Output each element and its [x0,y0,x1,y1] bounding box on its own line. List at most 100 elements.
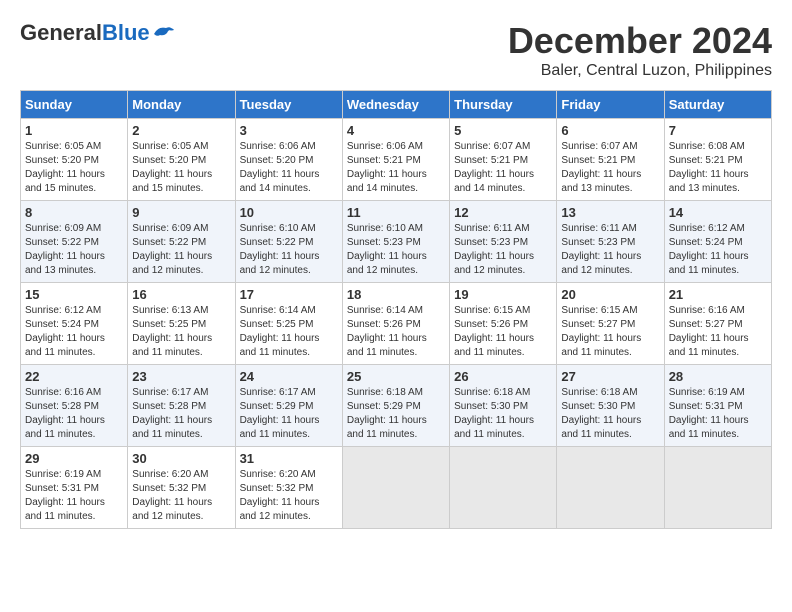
day-info: Sunrise: 6:20 AMSunset: 5:32 PMDaylight:… [240,468,338,524]
calendar-cell: 28Sunrise: 6:19 AMSunset: 5:31 PMDayligh… [664,365,771,447]
day-of-week-header: Sunday [21,91,128,119]
day-number: 11 [347,205,445,220]
day-number: 16 [132,287,230,302]
day-of-week-header: Thursday [450,91,557,119]
calendar-cell: 30 Sunrise: 6:20 AMSunset: 5:32 PMDayligh… [128,447,235,529]
day-info: Sunrise: 6:14 AMSunset: 5:25 PMDaylight:… [240,304,338,360]
day-info: Sunrise: 6:14 AMSunset: 5:26 PMDaylight:… [347,304,445,360]
day-info: Sunrise: 6:12 AMSunset: 5:24 PMDaylight:… [25,304,123,360]
day-number: 4 [347,123,445,138]
calendar-cell: 16Sunrise: 6:13 AMSunset: 5:25 PMDayligh… [128,283,235,365]
day-info: Sunrise: 6:15 AMSunset: 5:27 PMDaylight:… [561,304,659,360]
day-number: 9 [132,205,230,220]
day-info: Sunrise: 6:17 AMSunset: 5:28 PMDaylight:… [132,386,230,442]
calendar-cell: 4 Sunrise: 6:06 AMSunset: 5:21 PMDaylight… [342,119,449,201]
day-info: Sunrise: 6:05 AMSunset: 5:20 PMDaylight:… [132,140,230,196]
day-number: 6 [561,123,659,138]
calendar-cell: 23 Sunrise: 6:17 AMSunset: 5:28 PMDayligh… [128,365,235,447]
calendar-cell: 5Sunrise: 6:07 AMSunset: 5:21 PMDaylight… [450,119,557,201]
calendar-cell: 31 Sunrise: 6:20 AMSunset: 5:32 PMDayligh… [235,447,342,529]
calendar-week-row: 15 Sunrise: 6:12 AMSunset: 5:24 PMDayligh… [21,283,772,365]
day-number: 23 [132,369,230,384]
day-number: 25 [347,369,445,384]
day-info: Sunrise: 6:05 AMSunset: 5:20 PMDaylight:… [25,140,123,196]
day-number: 18 [347,287,445,302]
logo: GeneralBlue [20,20,174,46]
logo-text: GeneralBlue [20,20,150,46]
day-number: 8 [25,205,123,220]
day-number: 27 [561,369,659,384]
day-of-week-header: Wednesday [342,91,449,119]
day-info: Sunrise: 6:20 AMSunset: 5:32 PMDaylight:… [132,468,230,524]
calendar-cell: 13Sunrise: 6:11 AMSunset: 5:23 PMDayligh… [557,201,664,283]
day-number: 17 [240,287,338,302]
day-of-week-header: Friday [557,91,664,119]
logo-general: General [20,20,102,45]
day-info: Sunrise: 6:18 AMSunset: 5:30 PMDaylight:… [454,386,552,442]
day-number: 2 [132,123,230,138]
day-of-week-header: Saturday [664,91,771,119]
calendar-cell: 11Sunrise: 6:10 AMSunset: 5:23 PMDayligh… [342,201,449,283]
day-info: Sunrise: 6:18 AMSunset: 5:30 PMDaylight:… [561,386,659,442]
day-number: 13 [561,205,659,220]
day-info: Sunrise: 6:19 AMSunset: 5:31 PMDaylight:… [25,468,123,524]
day-number: 10 [240,205,338,220]
calendar-header-row: SundayMondayTuesdayWednesdayThursdayFrid… [21,91,772,119]
calendar-cell: 8 Sunrise: 6:09 AMSunset: 5:22 PMDaylight… [21,201,128,283]
day-info: Sunrise: 6:17 AMSunset: 5:29 PMDaylight:… [240,386,338,442]
day-info: Sunrise: 6:07 AMSunset: 5:21 PMDaylight:… [561,140,659,196]
calendar-week-row: 1 Sunrise: 6:05 AMSunset: 5:20 PMDaylight… [21,119,772,201]
day-info: Sunrise: 6:06 AMSunset: 5:20 PMDaylight:… [240,140,338,196]
day-of-week-header: Monday [128,91,235,119]
day-info: Sunrise: 6:06 AMSunset: 5:21 PMDaylight:… [347,140,445,196]
day-info: Sunrise: 6:09 AMSunset: 5:22 PMDaylight:… [25,222,123,278]
calendar-cell: 29 Sunrise: 6:19 AMSunset: 5:31 PMDayligh… [21,447,128,529]
day-info: Sunrise: 6:10 AMSunset: 5:22 PMDaylight:… [240,222,338,278]
calendar-cell [450,447,557,529]
calendar-cell: 2 Sunrise: 6:05 AMSunset: 5:20 PMDaylight… [128,119,235,201]
calendar-table: SundayMondayTuesdayWednesdayThursdayFrid… [20,90,772,529]
calendar-cell: 12 Sunrise: 6:11 AMSunset: 5:23 PMDayligh… [450,201,557,283]
day-info: Sunrise: 6:07 AMSunset: 5:21 PMDaylight:… [454,140,552,196]
calendar-cell: 1 Sunrise: 6:05 AMSunset: 5:20 PMDaylight… [21,119,128,201]
day-number: 30 [132,451,230,466]
day-info: Sunrise: 6:15 AMSunset: 5:26 PMDaylight:… [454,304,552,360]
day-number: 22 [25,369,123,384]
calendar-cell: 14Sunrise: 6:12 AMSunset: 5:24 PMDayligh… [664,201,771,283]
calendar-cell [342,447,449,529]
calendar-cell [664,447,771,529]
calendar-cell: 27 Sunrise: 6:18 AMSunset: 5:30 PMDayligh… [557,365,664,447]
calendar-cell: 9Sunrise: 6:09 AMSunset: 5:22 PMDaylight… [128,201,235,283]
day-of-week-header: Tuesday [235,91,342,119]
title-section: December 2024 Baler, Central Luzon, Phil… [508,20,772,80]
calendar-week-row: 22 Sunrise: 6:16 AMSunset: 5:28 PMDayligh… [21,365,772,447]
day-info: Sunrise: 6:19 AMSunset: 5:31 PMDaylight:… [669,386,767,442]
day-number: 1 [25,123,123,138]
day-number: 19 [454,287,552,302]
calendar-cell: 19 Sunrise: 6:15 AMSunset: 5:26 PMDayligh… [450,283,557,365]
calendar-cell: 26 Sunrise: 6:18 AMSunset: 5:30 PMDayligh… [450,365,557,447]
day-number: 15 [25,287,123,302]
day-number: 12 [454,205,552,220]
day-number: 21 [669,287,767,302]
calendar-cell: 20 Sunrise: 6:15 AMSunset: 5:27 PMDayligh… [557,283,664,365]
calendar-cell: 24Sunrise: 6:17 AMSunset: 5:29 PMDayligh… [235,365,342,447]
day-number: 29 [25,451,123,466]
day-info: Sunrise: 6:18 AMSunset: 5:29 PMDaylight:… [347,386,445,442]
day-number: 26 [454,369,552,384]
calendar-cell: 25 Sunrise: 6:18 AMSunset: 5:29 PMDayligh… [342,365,449,447]
calendar-cell: 22 Sunrise: 6:16 AMSunset: 5:28 PMDayligh… [21,365,128,447]
day-number: 31 [240,451,338,466]
calendar-cell: 17 Sunrise: 6:14 AMSunset: 5:25 PMDayligh… [235,283,342,365]
calendar-cell [557,447,664,529]
calendar-cell: 15 Sunrise: 6:12 AMSunset: 5:24 PMDayligh… [21,283,128,365]
calendar-cell: 21 Sunrise: 6:16 AMSunset: 5:27 PMDayligh… [664,283,771,365]
day-info: Sunrise: 6:16 AMSunset: 5:28 PMDaylight:… [25,386,123,442]
day-info: Sunrise: 6:08 AMSunset: 5:21 PMDaylight:… [669,140,767,196]
day-info: Sunrise: 6:11 AMSunset: 5:23 PMDaylight:… [454,222,552,278]
day-number: 20 [561,287,659,302]
day-info: Sunrise: 6:16 AMSunset: 5:27 PMDaylight:… [669,304,767,360]
day-info: Sunrise: 6:12 AMSunset: 5:24 PMDaylight:… [669,222,767,278]
page-header: GeneralBlue December 2024 Baler, Central… [20,20,772,80]
location: Baler, Central Luzon, Philippines [508,62,772,80]
